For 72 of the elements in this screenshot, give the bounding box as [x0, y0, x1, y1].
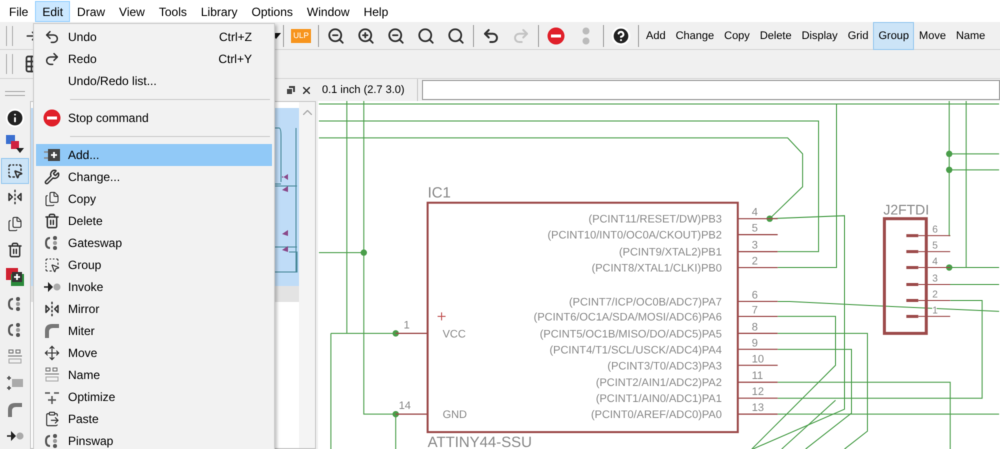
pin-name: VCC	[442, 328, 466, 340]
part-value: ATTINY44-SSU	[428, 434, 532, 449]
pin-name: (PCINT9/XTAL2)PB1	[619, 246, 722, 259]
pin-name: (PCINT6/OC1A/SDA/MOSI/ADC6)PA6	[534, 311, 722, 324]
menu-entry[interactable]: Miter	[36, 320, 272, 342]
menu-item[interactable]: View	[112, 1, 152, 22]
pin-number: 6	[932, 224, 938, 236]
pin-name: GND	[442, 409, 467, 422]
pin-number: 7	[752, 304, 758, 316]
menu-entry[interactable]: Mirror	[36, 298, 272, 320]
pin-number: 4	[932, 256, 938, 268]
pin-number: 3	[752, 240, 758, 252]
command-button[interactable]: Delete	[754, 22, 797, 50]
part-name: IC1	[428, 184, 451, 202]
menu-entry[interactable]: Change...	[36, 166, 272, 188]
menu-entry[interactable]: Stop command	[36, 107, 272, 129]
pin-number: 10	[752, 353, 764, 366]
menu-entry[interactable]: Delete	[36, 210, 272, 232]
menu-entry[interactable]: Undo Ctrl+Z	[36, 26, 272, 48]
menu-entry[interactable]: Group	[36, 254, 272, 276]
menu-entry[interactable]: Paste	[36, 408, 272, 430]
command-button[interactable]: Display	[796, 22, 843, 50]
menu-entry[interactable]: Name	[36, 364, 272, 386]
menu-item[interactable]: File	[2, 1, 36, 22]
menu-entry[interactable]: Undo/Redo list...	[36, 70, 272, 92]
menu-entry[interactable]: Redo Ctrl+Y	[36, 48, 272, 70]
part-name: J2FTDI	[883, 202, 930, 218]
menu-item[interactable]: Edit	[35, 1, 70, 22]
menu-entry[interactable]: Pinswap	[36, 430, 272, 449]
menu-item[interactable]: Tools	[152, 1, 194, 22]
pin-name: (PCINT5/OC1B/MISO/DO/ADC5)PA5	[540, 328, 722, 340]
menu-entry[interactable]: Gateswap	[36, 232, 272, 254]
pin-number: 11	[752, 370, 764, 382]
pin-name: (PCINT1/AIN0/ADC1)PA1	[596, 393, 722, 406]
pin-number: 6	[752, 289, 758, 302]
menu-entry[interactable]: Optimize	[36, 386, 272, 408]
menu-item[interactable]: Library	[194, 1, 245, 22]
command-button[interactable]: Change	[670, 22, 720, 50]
menu-entry[interactable]: Move	[36, 342, 272, 364]
pin-name: (PCINT8/XTAL1/CLKI)PB0	[592, 262, 722, 274]
menu-item[interactable]: Help	[356, 1, 396, 22]
command-button[interactable]: Move	[914, 22, 951, 50]
pin-number: 2	[752, 256, 758, 268]
command-button[interactable]: Add	[641, 22, 671, 50]
pin-name: (PCINT0/AREF/ADC0)PA0	[590, 409, 722, 422]
menu-item[interactable]: Draw	[70, 1, 112, 22]
pin-number: 2	[932, 289, 938, 300]
pin-number: 12	[752, 386, 764, 398]
command-button[interactable]: Group	[873, 22, 914, 50]
command-button[interactable]: Grid	[842, 22, 874, 50]
pin-number: 14	[398, 400, 411, 412]
pin-name: (PCINT11/RESET/DW)PB3	[588, 214, 722, 226]
pin-number: 5	[752, 222, 758, 235]
menu-entry[interactable]: Invoke	[36, 276, 272, 298]
pin-number: 13	[752, 402, 764, 414]
pin-number: 3	[932, 273, 938, 284]
pin-number: 8	[752, 321, 758, 334]
pin-name: (PCINT4/T1/SCL/USCK/ADC4)PA4	[550, 344, 722, 356]
pin-number: 4	[752, 206, 758, 219]
pin-name: (PCINT3/T0/ADC3)PA3	[607, 360, 722, 372]
menu-entry[interactable]: Copy	[36, 188, 272, 210]
command-button[interactable]: Name	[950, 22, 990, 50]
menu-entry[interactable]: Add...	[36, 144, 272, 166]
pin-name: (PCINT7/ICP/OC0B/ADC7)PA7	[569, 296, 722, 308]
pin-name: (PCINT10/INT0/OC0A/CKOUT)PB2	[548, 230, 722, 242]
menu-item[interactable]: Window	[300, 1, 357, 22]
pin-number: 5	[932, 240, 938, 252]
pin-name: (PCINT2/AIN1/ADC2)PA2	[596, 377, 722, 390]
command-button[interactable]: Copy	[719, 22, 755, 50]
pin-number: 9	[752, 337, 758, 350]
pin-number: 1	[404, 319, 410, 332]
menu-item[interactable]: Options	[244, 1, 300, 22]
